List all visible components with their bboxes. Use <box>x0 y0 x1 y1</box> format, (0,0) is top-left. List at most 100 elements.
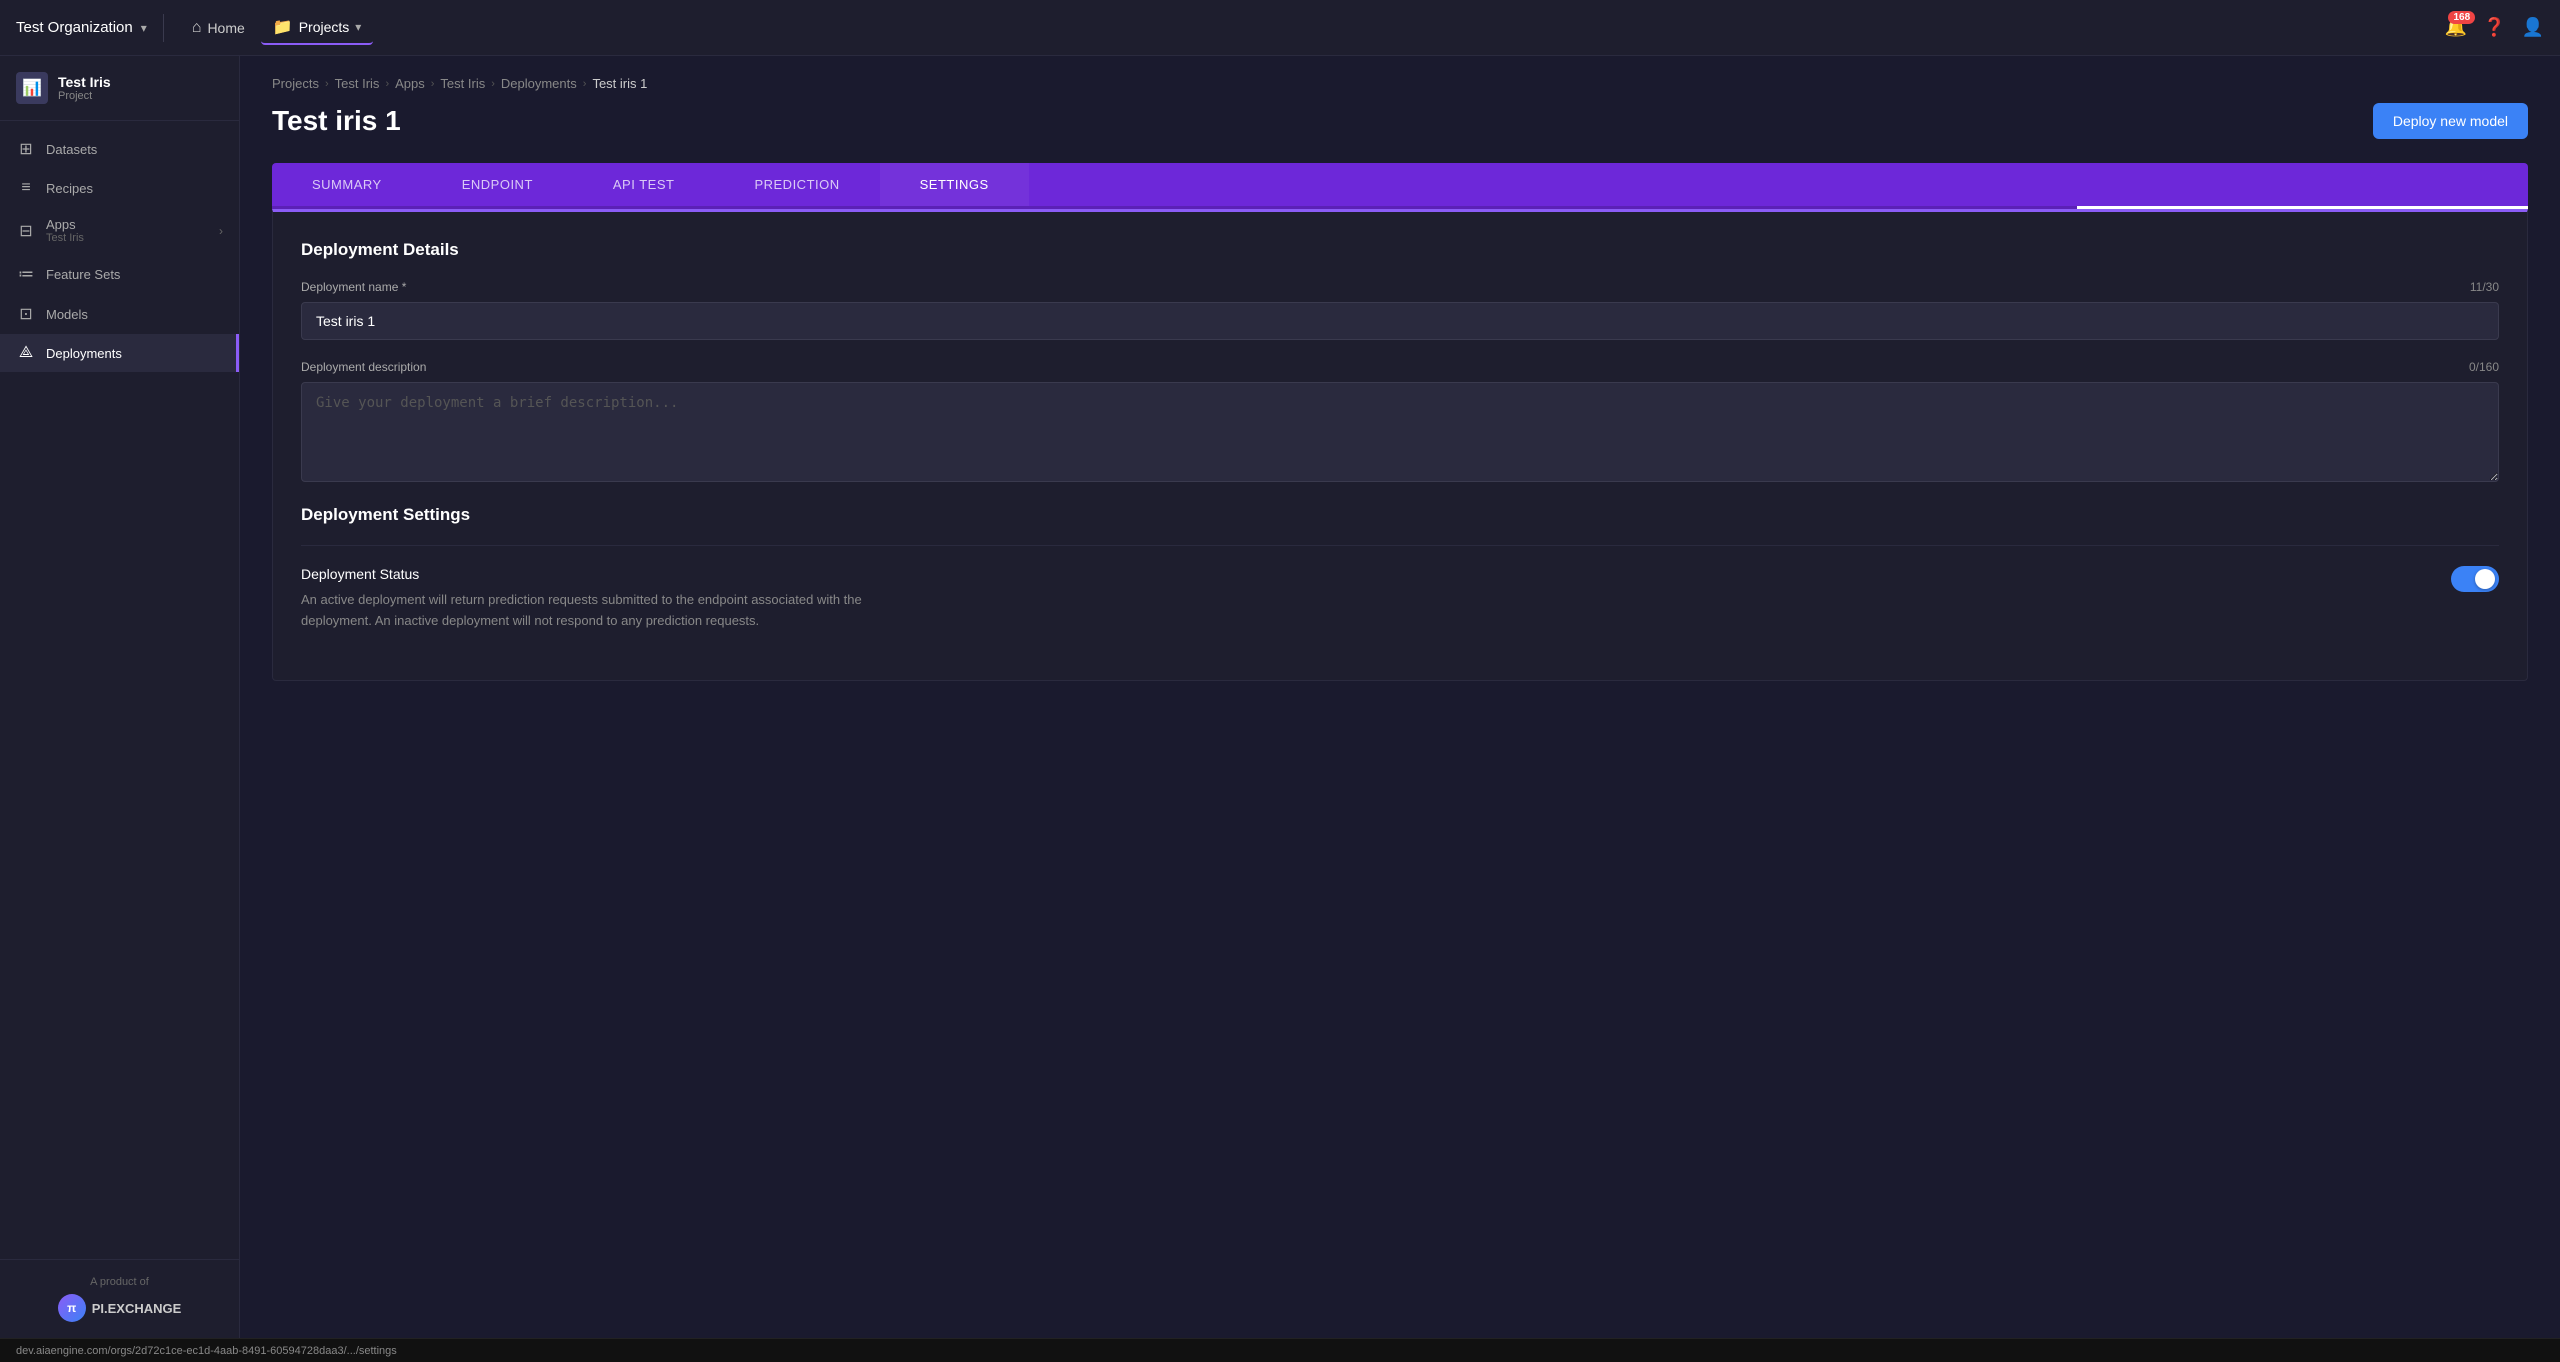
sidebar-item-models[interactable]: ⊡ Models <box>0 294 239 334</box>
datasets-icon: ⊞ <box>16 139 36 159</box>
project-icon: 📊 <box>16 72 48 104</box>
breadcrumb: Projects › Test Iris › Apps › Test Iris … <box>272 76 2528 91</box>
deployment-desc-label-row: Deployment description 0/160 <box>301 360 2499 374</box>
sidebar-models-label: Models <box>46 307 223 322</box>
deployments-icon: ⟁ <box>16 344 36 362</box>
breadcrumb-sep-1: › <box>325 78 329 90</box>
notification-button[interactable]: 🔔 168 <box>2445 17 2467 38</box>
deployment-name-label: Deployment name * <box>301 280 406 294</box>
tab-settings[interactable]: SETTINGS <box>880 163 1029 206</box>
project-type: Project <box>58 90 111 102</box>
sidebar-apps-label: Apps <box>46 217 209 232</box>
nav-home[interactable]: ⌂ Home <box>180 13 257 43</box>
breadcrumb-sep-3: › <box>431 78 435 90</box>
settings-panel: Deployment Details Deployment name * 11/… <box>272 209 2528 681</box>
statusbar-url: dev.aiaengine.com/orgs/2d72c1ce-ec1d-4aa… <box>16 1345 397 1357</box>
project-header[interactable]: 📊 Test Iris Project <box>0 56 239 121</box>
tab-prediction[interactable]: PREDICTION <box>714 163 879 206</box>
projects-chevron-icon: ▾ <box>355 20 361 34</box>
pi-logo: π PI.EXCHANGE <box>16 1294 223 1322</box>
recipes-icon: ≡ <box>16 179 36 197</box>
nav-divider <box>163 14 164 42</box>
sidebar-item-datasets[interactable]: ⊞ Datasets <box>0 129 239 169</box>
tab-endpoint[interactable]: ENDPOINT <box>422 163 573 206</box>
breadcrumb-sep-5: › <box>583 78 587 90</box>
toggle-thumb <box>2475 569 2495 589</box>
tab-indicator-bar <box>272 206 2528 209</box>
sidebar-nav: ⊞ Datasets ≡ Recipes ⊟ Apps Test Iris › … <box>0 121 239 1259</box>
deployment-status-row: Deployment Status An active deployment w… <box>301 545 2499 652</box>
toggle-track <box>2451 566 2499 592</box>
user-icon: 👤 <box>2522 17 2544 37</box>
nav-projects[interactable]: 📁 Projects ▾ <box>261 11 374 45</box>
sidebar-datasets-label: Datasets <box>46 142 223 157</box>
project-name: Test Iris <box>58 74 111 90</box>
pi-logo-icon: π <box>58 1294 86 1322</box>
nav-projects-label: Projects <box>299 19 350 35</box>
deployment-desc-textarea[interactable] <box>301 382 2499 482</box>
topnav: Test Organization ▾ ⌂ Home 📁 Projects ▾ … <box>0 0 2560 56</box>
deployment-settings-title: Deployment Settings <box>301 505 2499 525</box>
org-chevron-icon: ▾ <box>141 21 147 35</box>
breadcrumb-apps[interactable]: Apps <box>395 76 425 91</box>
pi-logo-text: PI.EXCHANGE <box>92 1301 182 1316</box>
topnav-right: 🔔 168 ❓ 👤 <box>2445 17 2544 38</box>
user-menu-button[interactable]: 👤 <box>2522 17 2544 38</box>
deployment-desc-counter: 0/160 <box>2469 360 2499 374</box>
deployment-name-group: Deployment name * 11/30 <box>301 280 2499 340</box>
breadcrumb-current: Test iris 1 <box>592 76 647 91</box>
sidebar-recipes-label: Recipes <box>46 181 223 196</box>
help-icon: ❓ <box>2483 17 2505 37</box>
tab-active-indicator <box>2077 206 2528 209</box>
deploy-new-model-button[interactable]: Deploy new model <box>2373 103 2528 139</box>
deployment-details-title: Deployment Details <box>301 240 2499 260</box>
deployment-desc-label: Deployment description <box>301 360 426 374</box>
sidebar-apps-sub: Test Iris <box>46 232 209 244</box>
status-desc: An active deployment will return predict… <box>301 590 901 632</box>
deployment-name-label-row: Deployment name * 11/30 <box>301 280 2499 294</box>
apps-chevron-icon: › <box>219 224 223 238</box>
content-area: Projects › Test Iris › Apps › Test Iris … <box>240 56 2560 1338</box>
deployment-desc-group: Deployment description 0/160 <box>301 360 2499 485</box>
sidebar-item-apps[interactable]: ⊟ Apps Test Iris › <box>0 207 239 254</box>
project-info: Test Iris Project <box>58 74 111 102</box>
sidebar: 📊 Test Iris Project ⊞ Datasets ≡ Recipes… <box>0 56 240 1338</box>
breadcrumb-deployments[interactable]: Deployments <box>501 76 577 91</box>
feature-sets-icon: ≔ <box>16 264 36 284</box>
sidebar-item-recipes[interactable]: ≡ Recipes <box>0 169 239 207</box>
sidebar-item-feature-sets[interactable]: ≔ Feature Sets <box>0 254 239 294</box>
home-icon: ⌂ <box>192 19 202 37</box>
page-header: Test iris 1 Deploy new model <box>272 103 2528 139</box>
help-button[interactable]: ❓ <box>2483 17 2505 38</box>
deployment-name-input[interactable] <box>301 302 2499 340</box>
deployment-status-toggle[interactable] <box>2451 566 2499 592</box>
statusbar: dev.aiaengine.com/orgs/2d72c1ce-ec1d-4aa… <box>0 1338 2560 1362</box>
breadcrumb-sep-4: › <box>491 78 495 90</box>
breadcrumb-sep-2: › <box>385 78 389 90</box>
tab-summary[interactable]: SUMMARY <box>272 163 422 206</box>
tabs-container: SUMMARY ENDPOINT API TEST PREDICTION SET… <box>272 163 2528 206</box>
breadcrumb-test-iris-2[interactable]: Test Iris <box>440 76 485 91</box>
status-label: Deployment Status <box>301 566 901 582</box>
status-info: Deployment Status An active deployment w… <box>301 566 901 632</box>
top-navigation: ⌂ Home 📁 Projects ▾ <box>180 11 374 45</box>
breadcrumb-test-iris-1[interactable]: Test Iris <box>335 76 380 91</box>
deployment-name-counter: 11/30 <box>2470 280 2499 294</box>
org-selector[interactable]: Test Organization ▾ <box>16 19 147 36</box>
main-layout: 📊 Test Iris Project ⊞ Datasets ≡ Recipes… <box>0 56 2560 1338</box>
page-title: Test iris 1 <box>272 105 401 137</box>
tab-api-test[interactable]: API TEST <box>573 163 715 206</box>
org-name: Test Organization <box>16 19 133 36</box>
sidebar-deployments-label: Deployments <box>46 346 220 361</box>
notification-badge: 168 <box>2448 11 2475 24</box>
sidebar-feature-sets-label: Feature Sets <box>46 267 223 282</box>
nav-home-label: Home <box>207 20 244 36</box>
projects-icon: 📁 <box>273 17 293 37</box>
sidebar-footer: A product of π PI.EXCHANGE <box>0 1259 239 1338</box>
breadcrumb-projects[interactable]: Projects <box>272 76 319 91</box>
sidebar-item-deployments[interactable]: ⟁ Deployments <box>0 334 239 372</box>
footer-text: A product of <box>16 1276 223 1288</box>
content-inner: Projects › Test Iris › Apps › Test Iris … <box>240 56 2560 701</box>
apps-icon: ⊟ <box>16 221 36 241</box>
models-icon: ⊡ <box>16 304 36 324</box>
